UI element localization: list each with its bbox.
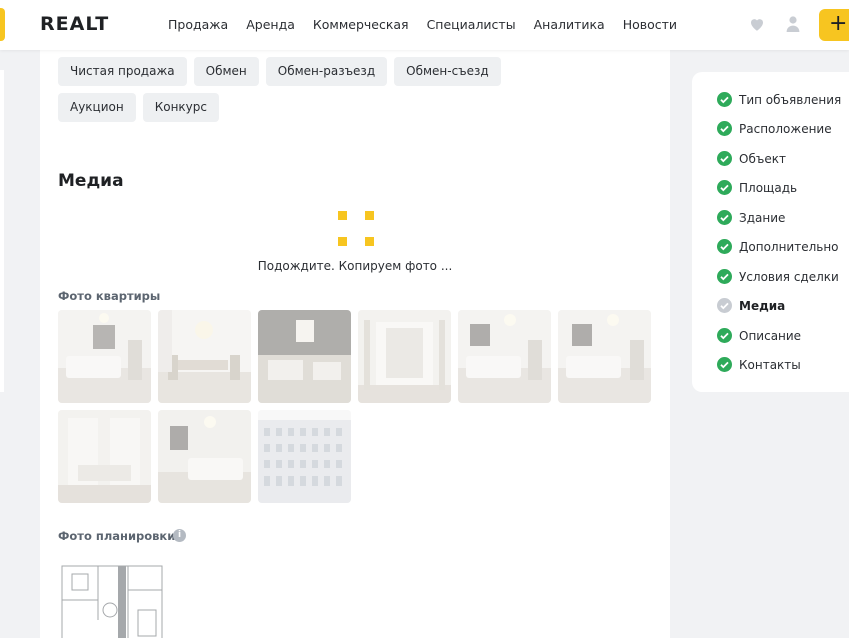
step-item-active[interactable]: Медиа (717, 298, 785, 313)
deal-type-chip[interactable]: Конкурс (142, 93, 219, 122)
living-room-photo[interactable] (58, 310, 151, 403)
step-label: Условия сделки (739, 269, 839, 284)
left-panel-edge (0, 70, 4, 392)
step-label: Медиа (739, 298, 786, 313)
check-icon (717, 180, 732, 195)
step-label: Контакты (739, 357, 801, 372)
step-label: Площадь (739, 180, 798, 195)
building-facade-photo[interactable] (258, 410, 351, 503)
bathroom-photo[interactable] (58, 410, 151, 503)
apartment-photos-title: Фото квартиры (58, 289, 161, 303)
deal-type-chip[interactable]: Обмен (193, 57, 259, 86)
step-item[interactable]: Контакты (717, 357, 801, 372)
step-item[interactable]: Описание (717, 328, 801, 343)
check-icon (717, 328, 732, 343)
deal-type-chip[interactable]: Обмен-разъезд (265, 57, 388, 86)
nav-item-rent[interactable]: Аренда (246, 17, 295, 32)
check-icon (717, 357, 732, 372)
living-room-photo[interactable] (258, 310, 351, 403)
form-steps-panel: Тип объявления Расположение Объект Площа… (692, 72, 849, 392)
add-listing-button[interactable]: + (819, 9, 849, 41)
floorplan-photos-title: Фото планировки (58, 529, 176, 543)
step-item[interactable]: Тип объявления (717, 92, 841, 107)
step-label: Здание (739, 210, 786, 225)
nav-item-analytics[interactable]: Аналитика (534, 17, 605, 32)
step-item[interactable]: Расположение (717, 121, 832, 136)
step-label: Расположение (739, 121, 832, 136)
nav-item-commercial[interactable]: Коммерческая (313, 17, 409, 32)
bathroom-photo[interactable] (358, 310, 451, 403)
step-label: Описание (739, 328, 802, 343)
loading-message: Подождите. Копируем фото ... (257, 259, 453, 273)
step-label: Тип объявления (739, 92, 842, 107)
listing-form: Чистая продажа Обмен Обмен-разъезд Обмен… (40, 50, 670, 638)
site-logo[interactable]: REALT (40, 13, 109, 35)
step-label: Дополнительно (739, 239, 839, 254)
check-icon (717, 239, 732, 254)
nav-item-sale[interactable]: Продажа (168, 17, 228, 32)
loading-spinner (336, 209, 376, 249)
top-header: REALT Продажа Аренда Коммерческая Специа… (0, 0, 849, 50)
step-item[interactable]: Объект (717, 151, 786, 166)
logo-edge-accent (0, 8, 5, 41)
check-icon (717, 92, 732, 107)
deal-type-chip[interactable]: Чистая продажа (58, 57, 187, 86)
living-room-photo[interactable] (558, 310, 651, 403)
user-icon[interactable] (785, 15, 801, 33)
step-item[interactable]: Дополнительно (717, 239, 839, 254)
check-icon (717, 151, 732, 166)
media-section-title: Медиа (58, 171, 124, 191)
check-icon (717, 121, 732, 136)
check-icon (717, 269, 732, 284)
floorplan-thumbnail[interactable] (58, 560, 168, 638)
step-item[interactable]: Здание (717, 210, 785, 225)
step-item[interactable]: Условия сделки (717, 269, 839, 284)
deal-type-chip[interactable]: Обмен-съезд (394, 57, 501, 86)
dining-room-photo[interactable] (158, 310, 251, 403)
nav-item-news[interactable]: Новости (623, 17, 677, 32)
deal-type-row-1: Чистая продажа Обмен Обмен-разъезд Обмен… (58, 57, 508, 86)
step-item[interactable]: Площадь (717, 180, 797, 195)
heart-icon[interactable] (748, 15, 766, 33)
nav-item-specialists[interactable]: Специалисты (427, 17, 516, 32)
step-label: Объект (739, 151, 786, 166)
deal-type-chip[interactable]: Аукцион (58, 93, 136, 122)
living-room-photo[interactable] (458, 310, 551, 403)
main-nav: Продажа Аренда Коммерческая Специалисты … (168, 17, 695, 32)
info-icon[interactable]: i (173, 529, 186, 542)
bedroom-photo[interactable] (158, 410, 251, 503)
pending-check-icon (717, 298, 732, 313)
check-icon (717, 210, 732, 225)
deal-type-row-2: Аукцион Конкурс (58, 93, 226, 122)
